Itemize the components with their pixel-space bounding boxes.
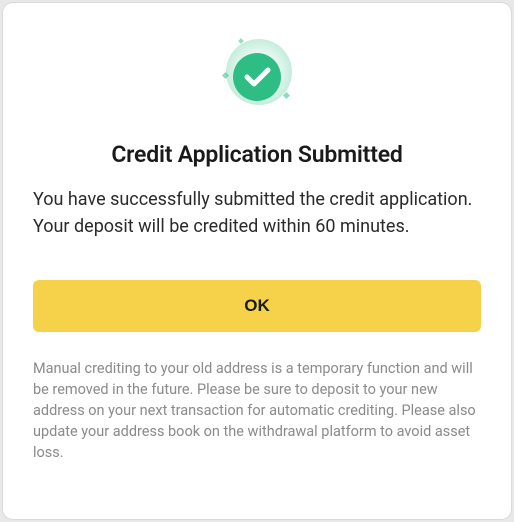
modal-title: Credit Application Submitted	[33, 141, 481, 168]
modal-footnote: Manual crediting to your old address is …	[33, 358, 481, 463]
modal-message: You have successfully submitted the cred…	[33, 186, 481, 240]
ok-button[interactable]: OK	[33, 280, 481, 332]
success-check-icon	[217, 35, 297, 115]
credit-application-modal: Credit Application Submitted You have su…	[3, 3, 511, 519]
success-icon-wrap	[33, 35, 481, 115]
